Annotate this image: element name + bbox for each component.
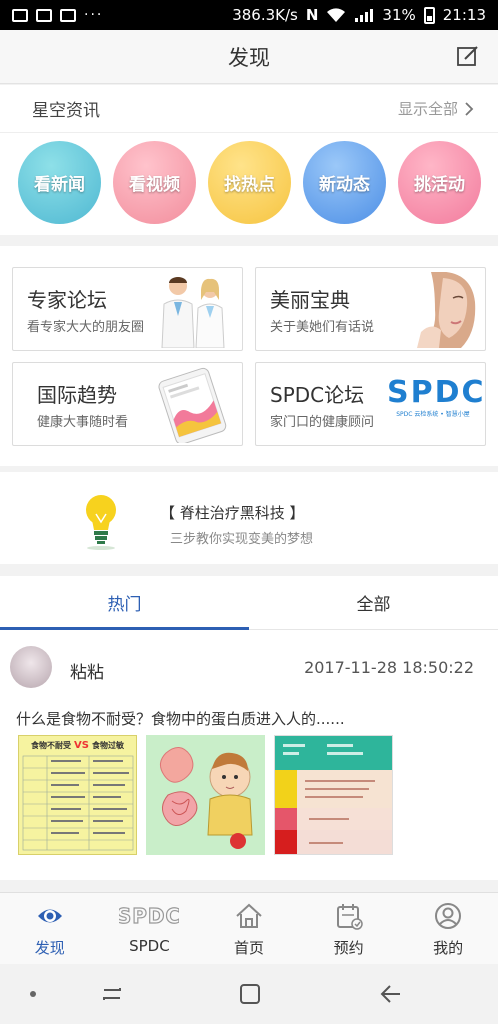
tab-hot[interactable]: 热门 xyxy=(0,576,249,630)
recent-apps-icon[interactable] xyxy=(100,982,124,1006)
wifi-icon xyxy=(327,8,346,22)
calendar-icon xyxy=(336,904,363,930)
show-all-link[interactable]: 显示全部 xyxy=(398,98,474,119)
doctors-image xyxy=(161,277,225,348)
user-icon xyxy=(435,903,462,929)
app-header: 发现 xyxy=(0,30,498,84)
phone-chart-image xyxy=(158,367,227,443)
back-icon[interactable] xyxy=(378,982,402,1006)
post-image-2[interactable] xyxy=(146,735,265,855)
beauty-face-image xyxy=(417,272,476,348)
bottom-nav: 发现 SPDC SPDC 首页 预约 我的 xyxy=(0,892,498,964)
battery-percent: 31% xyxy=(382,6,416,24)
post-image-3[interactable] xyxy=(274,735,393,855)
status-bar: ··· 386.3K/s N 31% 21:13 xyxy=(0,0,498,30)
news-section: 星空资讯 显示全部 看新闻 看视频 找热点 新动态 挑活动 xyxy=(0,85,498,235)
circle-updates-button[interactable]: 新动态 xyxy=(303,141,386,224)
card-spdc-forum[interactable]: SPDC论坛 家门口的健康顾问 SPDC SPDC 云检系统 • 智慧小屋 xyxy=(255,362,486,446)
card-expert-forum[interactable]: 专家论坛 看专家大大的朋友圈 xyxy=(12,267,243,351)
lightbulb-icon xyxy=(86,495,116,550)
page-title: 发现 xyxy=(228,45,270,70)
card-title: 美丽宝典 xyxy=(270,288,350,312)
card-beauty-guide[interactable]: 美丽宝典 关于美她们有话说 xyxy=(255,267,486,351)
spdc-logo: SPDC SPDC 云检系统 • 智慧小屋 xyxy=(387,375,486,419)
avatar[interactable] xyxy=(10,646,52,688)
feature-cards: 专家论坛 看专家大大的朋友圈 美丽宝典 关于美她们有话说 国际趋势 健康大事随时… xyxy=(0,246,498,466)
circle-hotspot-button[interactable]: 找热点 xyxy=(208,141,291,224)
nav-label: 我的 xyxy=(433,939,464,957)
news-label: 星空资讯 xyxy=(32,101,100,121)
post-text: 什么是食物不耐受？食物中的蛋白质进入人的...... xyxy=(16,710,345,728)
post-author: 粘粘 xyxy=(70,663,104,683)
more-notifications-icon: ··· xyxy=(84,7,104,23)
card-title: 国际趋势 xyxy=(37,383,117,407)
card-subtitle: 关于美她们有话说 xyxy=(270,320,375,335)
eye-icon xyxy=(37,909,62,923)
mail-icon xyxy=(60,8,76,22)
spdc-logo-icon: SPDC xyxy=(119,903,179,928)
nfc-icon: N xyxy=(305,6,319,24)
nav-spdc[interactable]: SPDC SPDC xyxy=(100,893,200,964)
card-title: SPDC论坛 xyxy=(270,383,365,407)
tab-all[interactable]: 全部 xyxy=(249,576,498,629)
system-nav-bar xyxy=(0,964,498,1024)
signal-icon xyxy=(355,9,374,22)
battery-icon xyxy=(423,6,435,24)
nav-home[interactable]: 首页 xyxy=(199,893,299,964)
feed-tabs: 热门 全部 xyxy=(0,576,498,630)
clock: 21:13 xyxy=(442,6,486,24)
nav-label: 发现 xyxy=(34,939,65,957)
show-all-label: 显示全部 xyxy=(397,100,458,118)
card-subtitle: 看专家大大的朋友圈 xyxy=(27,320,145,335)
svg-text:SPDC: SPDC xyxy=(119,904,179,928)
compose-icon[interactable] xyxy=(456,44,480,68)
post-card[interactable]: 粘粘 2017-11-28 18:50:22 什么是食物不耐受？食物中的蛋白质进… xyxy=(0,630,498,880)
nav-label: 首页 xyxy=(233,939,264,957)
nav-discover[interactable]: 发现 xyxy=(0,893,100,964)
dot-indicator-icon xyxy=(30,991,36,997)
circle-news-button[interactable]: 看新闻 xyxy=(18,141,101,224)
chevron-right-icon xyxy=(465,101,474,116)
nav-mine[interactable]: 我的 xyxy=(398,893,498,964)
image-icon xyxy=(12,8,28,22)
post-image-1[interactable]: 食物不耐受 VS 食物过敏 xyxy=(18,735,137,855)
card-global-trends[interactable]: 国际趋势 健康大事随时看 xyxy=(12,362,243,446)
circle-events-button[interactable]: 挑活动 xyxy=(398,141,481,224)
news-header: 星空资讯 显示全部 xyxy=(0,85,498,133)
nav-label: 预约 xyxy=(333,939,364,957)
card-subtitle: 健康大事随时看 xyxy=(37,415,129,430)
nav-appointment[interactable]: 预约 xyxy=(299,893,399,964)
home-icon xyxy=(236,903,262,928)
promo-banner[interactable]: 【 脊柱治疗黑科技 】 三步教你实现变美的梦想 xyxy=(0,472,498,564)
post-timestamp: 2017-11-28 18:50:22 xyxy=(304,658,474,677)
circle-video-button[interactable]: 看视频 xyxy=(113,141,196,224)
section-divider xyxy=(0,880,498,892)
card-title: 专家论坛 xyxy=(27,288,107,312)
promo-subtitle: 三步教你实现变美的梦想 xyxy=(170,532,314,547)
nav-label: SPDC xyxy=(129,937,170,955)
card-subtitle: 家门口的健康顾问 xyxy=(270,415,375,430)
promo-title: 【 脊柱治疗黑科技 】 xyxy=(160,504,305,522)
message-icon xyxy=(36,8,52,22)
network-speed: 386.3K/s xyxy=(232,6,298,24)
home-button-icon[interactable] xyxy=(238,982,262,1006)
